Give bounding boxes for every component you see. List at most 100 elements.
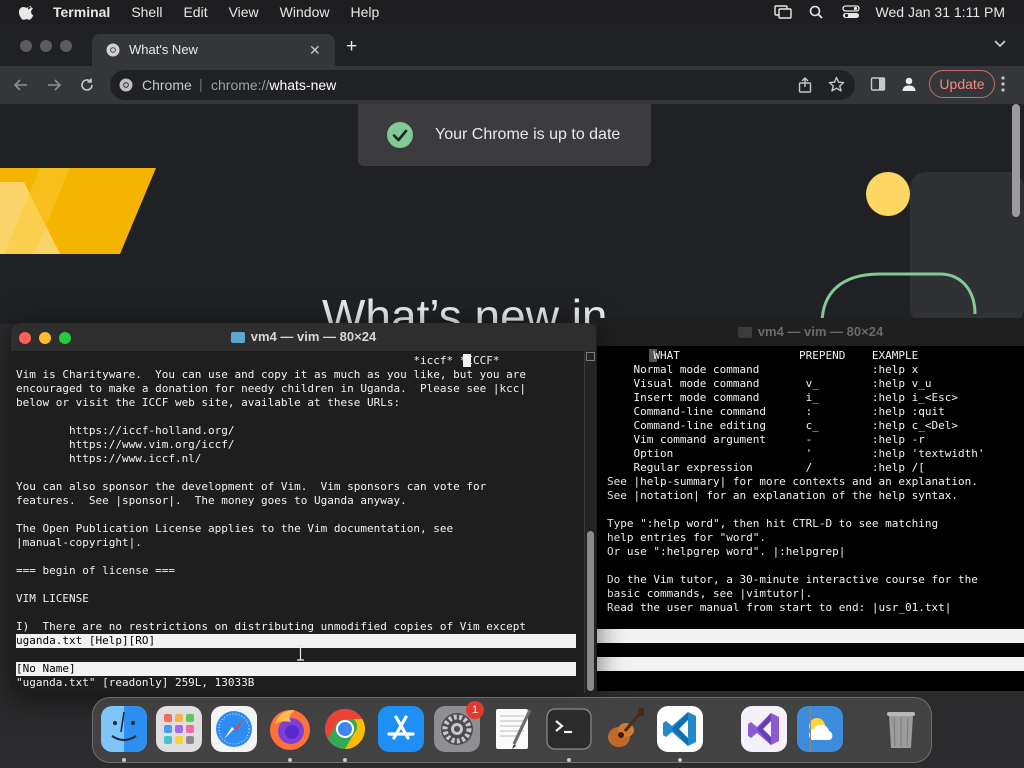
share-icon[interactable]: [798, 77, 812, 93]
chrome-favicon-icon: [106, 43, 120, 57]
side-panel-icon[interactable]: [870, 76, 886, 92]
vim-help-tag: *iccf* *ICCF*: [16, 354, 500, 367]
dock-chrome-running-dot: [343, 758, 347, 762]
dock: 1: [92, 697, 932, 763]
menu-view[interactable]: View: [229, 4, 259, 20]
menubar-clock[interactable]: Wed Jan 31 1:11 PM: [876, 4, 1005, 20]
menu-edit[interactable]: Edit: [183, 4, 207, 20]
update-status-toast: Your Chrome is up to date: [358, 104, 651, 166]
dock-finder-running-dot: [122, 758, 126, 762]
dock-firefox[interactable]: [267, 706, 313, 752]
terminal-scrollbar-thumb[interactable]: [587, 531, 594, 691]
new-tab-button[interactable]: +: [346, 37, 357, 57]
menu-window[interactable]: Window: [280, 4, 330, 20]
terminal-minimize-button[interactable]: [39, 332, 51, 344]
window-close-button[interactable]: [20, 40, 32, 52]
reload-icon[interactable]: [79, 77, 95, 93]
apple-menu-icon[interactable]: [19, 4, 35, 20]
profile-avatar-icon[interactable]: [901, 76, 917, 92]
dock-firefox-running-dot: [288, 758, 292, 762]
back-arrow-icon[interactable]: [13, 77, 29, 93]
terminal-window-back[interactable]: vm4 — vim — 80×24 WHAT PREPEND EXAMPLE N…: [597, 318, 1024, 691]
terminal-back-titlebar[interactable]: vm4 — vim — 80×24: [597, 318, 1024, 346]
dock-visual-studio[interactable]: [741, 706, 787, 752]
menu-help[interactable]: Help: [350, 4, 379, 20]
terminal-icon: [546, 708, 592, 750]
checkmark-circle-icon: [387, 122, 413, 148]
text-cursor-ibeam-icon: [297, 645, 304, 661]
tab-search-chevron-icon[interactable]: [993, 39, 1007, 49]
dock-app-store[interactable]: [378, 706, 424, 752]
terminal-front-titlebar[interactable]: vm4 — vim — 80×24: [11, 323, 596, 351]
bookmark-star-icon[interactable]: [828, 76, 845, 93]
url-scheme: chrome://: [211, 77, 270, 93]
launchpad-icon: [156, 706, 202, 752]
yellow-decorative-shape: [0, 168, 156, 254]
chrome-icon: [325, 709, 365, 749]
dock-launchpad[interactable]: [156, 706, 202, 752]
finder-icon: [101, 706, 147, 752]
terminal-window-front[interactable]: vm4 — vim — 80×24 *iccf* *ICCF* Vim is C…: [11, 323, 596, 693]
page-scrollbar[interactable]: [1012, 104, 1020, 217]
vscode-icon: [657, 706, 703, 752]
terminal-zoom-button[interactable]: [59, 332, 71, 344]
toast-message: Your Chrome is up to date: [435, 126, 621, 143]
app-store-icon: [378, 706, 424, 752]
window-minimize-button[interactable]: [40, 40, 52, 52]
trash-icon: [887, 712, 915, 748]
tab-close-icon[interactable]: ✕: [309, 42, 321, 59]
terminal-front-title: vm4 — vim — 80×24: [250, 329, 377, 344]
forward-arrow-icon[interactable]: [46, 77, 62, 93]
terminal-front-text[interactable]: Vim is Charityware. You can use and copy…: [16, 368, 526, 634]
scrollbar-top-box: [586, 352, 595, 361]
textedit-icon: [496, 709, 532, 749]
screen-mirroring-icon[interactable]: [773, 5, 792, 19]
menu-app-terminal[interactable]: Terminal: [53, 4, 110, 20]
safari-icon: [211, 706, 257, 752]
update-button[interactable]: Update: [929, 70, 995, 98]
chrome-toolbar: Chrome | chrome://whats-new Update: [0, 66, 1024, 104]
dock-vscode[interactable]: [657, 706, 703, 752]
dock-chrome[interactable]: [322, 706, 368, 752]
dock-finder[interactable]: [101, 706, 147, 752]
chrome-site-icon: [119, 78, 133, 92]
dock-separator: [810, 708, 811, 752]
dock-garageband[interactable]: [601, 706, 647, 752]
dock-terminal[interactable]: [546, 706, 592, 752]
control-center-icon[interactable]: [841, 5, 860, 19]
menubar: Terminal Shell Edit View Window Help Wed…: [0, 0, 1024, 24]
settings-notification-badge: 1: [466, 701, 484, 719]
terminal-back-title: vm4 — vim — 80×24: [757, 324, 884, 339]
vim-statusline-back-1: [597, 629, 1024, 643]
site-label: Chrome: [142, 77, 192, 93]
weather-icon: [797, 706, 843, 752]
guitar-icon: [608, 708, 644, 747]
dock-weather[interactable]: [797, 706, 843, 752]
vim-statusline-noname: [No Name]: [16, 662, 576, 676]
decorative-shapes: [820, 172, 1024, 324]
visual-studio-icon: [741, 706, 787, 752]
folder-icon: [737, 327, 752, 339]
omnibox-separator: |: [199, 76, 203, 92]
chrome-window: What's New ✕ + Chrome | chrome://whats-n…: [0, 24, 1024, 324]
window-zoom-button[interactable]: [60, 40, 72, 52]
tab-title: What's New: [129, 42, 198, 57]
tab-whats-new[interactable]: What's New ✕: [92, 34, 335, 66]
whats-new-heading: What’s new in: [322, 290, 608, 324]
address-bar[interactable]: Chrome | chrome://whats-new: [110, 70, 855, 100]
dock-safari[interactable]: [211, 706, 257, 752]
spotlight-search-icon[interactable]: [808, 5, 826, 19]
terminal-scrollbar[interactable]: [584, 351, 596, 693]
dock-textedit[interactable]: [490, 706, 536, 752]
vim-command-line: "uganda.txt" [readonly] 259L, 13033B: [16, 676, 255, 689]
dock-vscode-running-dot: [678, 758, 682, 762]
terminal-close-button[interactable]: [19, 332, 31, 344]
url-text[interactable]: chrome://whats-new: [211, 77, 336, 93]
terminal-back-text[interactable]: WHAT PREPEND EXAMPLE Normal mode command…: [607, 349, 985, 615]
menu-shell[interactable]: Shell: [131, 4, 162, 20]
dock-trash[interactable]: [878, 706, 924, 752]
chrome-tabstrip: What's New ✕ +: [0, 24, 1024, 66]
dock-system-settings[interactable]: 1: [434, 701, 484, 752]
chrome-menu-icon[interactable]: [1001, 75, 1005, 93]
whats-new-page: Your Chrome is up to date What’s new in: [0, 104, 1024, 324]
